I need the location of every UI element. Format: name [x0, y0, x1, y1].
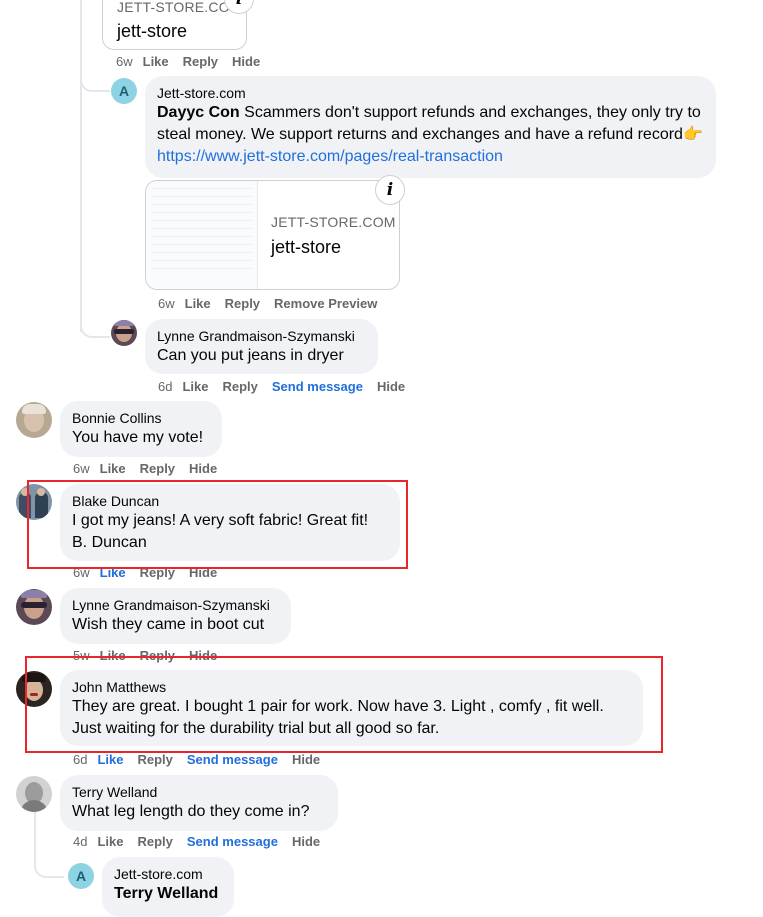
- like-button[interactable]: Like: [97, 834, 123, 850]
- preview-thumbnail: [146, 181, 258, 289]
- thread-connector: [80, 50, 110, 92]
- comment-text: You have my vote!: [72, 429, 204, 446]
- mention-link[interactable]: Dayyc Con: [157, 104, 240, 121]
- comment-actions: 6w Like Reply Hide: [73, 461, 231, 477]
- comment-actions: 4d Like Reply Send message Hide: [73, 834, 334, 850]
- hide-button[interactable]: Hide: [292, 834, 320, 850]
- remove-preview-button[interactable]: Remove Preview: [274, 296, 377, 312]
- page-avatar[interactable]: A: [111, 78, 137, 104]
- comment-bubble: Bonnie Collins You have my vote!: [60, 401, 222, 457]
- like-button[interactable]: Like: [97, 752, 123, 768]
- hide-button[interactable]: Hide: [189, 461, 217, 477]
- comment-text: Can you put jeans in dryer: [157, 347, 344, 364]
- commenter-name[interactable]: Jett-store.com: [114, 865, 222, 883]
- comment-bubble: Terry Welland What leg length do they co…: [60, 775, 338, 831]
- comment-actions: 6d Like Reply Send message Hide: [73, 752, 334, 768]
- reply-button[interactable]: Reply: [183, 54, 218, 70]
- timestamp[interactable]: 6d: [73, 752, 87, 768]
- like-button[interactable]: Like: [182, 379, 208, 395]
- link-preview-card[interactable]: JETT-STORE.COI jett-store: [102, 0, 247, 50]
- like-button[interactable]: Like: [143, 54, 169, 70]
- avatar[interactable]: [111, 320, 137, 346]
- comment-bubble: Lynne Grandmaison-Szymanski Can you put …: [145, 319, 378, 374]
- page-avatar[interactable]: A: [68, 863, 94, 889]
- preview-title: jett-store: [117, 21, 188, 41]
- preview-title: jett-store: [271, 237, 342, 257]
- send-message-button[interactable]: Send message: [187, 752, 278, 768]
- commenter-name[interactable]: Lynne Grandmaison-Szymanski: [72, 596, 279, 614]
- timestamp[interactable]: 6w: [158, 296, 175, 312]
- thread-connector: [80, 300, 110, 338]
- hide-button[interactable]: Hide: [232, 54, 260, 70]
- highlight-box: [25, 656, 663, 753]
- mention-link[interactable]: Terry Welland: [114, 885, 218, 902]
- comment-url-link[interactable]: https://www.jett-store.com/pages/real-tr…: [157, 148, 503, 165]
- commenter-name[interactable]: Lynne Grandmaison-Szymanski: [157, 327, 366, 345]
- info-icon[interactable]: i: [375, 175, 405, 205]
- like-button[interactable]: Like: [185, 296, 211, 312]
- commenter-name[interactable]: Bonnie Collins: [72, 409, 210, 427]
- avatar[interactable]: [16, 589, 52, 625]
- comment-text: Wish they came in boot cut: [72, 616, 265, 633]
- comment-text: What leg length do they come in?: [72, 803, 310, 820]
- send-message-button[interactable]: Send message: [187, 834, 278, 850]
- link-preview-card[interactable]: JETT-STORE.COM jett-store: [145, 180, 400, 290]
- avatar[interactable]: [16, 402, 52, 438]
- send-message-button[interactable]: Send message: [272, 379, 363, 395]
- comment-bubble: Lynne Grandmaison-Szymanski Wish they ca…: [60, 588, 291, 644]
- comment-actions: 6w Like Reply Remove Preview: [158, 296, 391, 312]
- comment-bubble: Jett-store.com Dayyc Con Scammers don't …: [145, 76, 716, 178]
- reply-button[interactable]: Reply: [222, 379, 257, 395]
- timestamp[interactable]: 6w: [73, 461, 90, 477]
- like-button[interactable]: Like: [100, 461, 126, 477]
- comment-bubble: Jett-store.com Terry Welland: [102, 857, 234, 917]
- hide-button[interactable]: Hide: [377, 379, 405, 395]
- reply-button[interactable]: Reply: [225, 296, 260, 312]
- reply-button[interactable]: Reply: [137, 834, 172, 850]
- timestamp[interactable]: 6w: [116, 54, 133, 70]
- commenter-name[interactable]: Terry Welland: [72, 783, 326, 801]
- preview-domain: JETT-STORE.COM: [271, 214, 396, 230]
- hide-button[interactable]: Hide: [292, 752, 320, 768]
- avatar[interactable]: [16, 776, 52, 812]
- reply-button[interactable]: Reply: [137, 752, 172, 768]
- thread-connector: [34, 846, 64, 878]
- comment-actions: 6w Like Reply Hide: [116, 54, 274, 70]
- comment-text: Dayyc Con Scammers don't support refunds…: [157, 104, 703, 165]
- comment-actions: 6d Like Reply Send message Hide: [158, 379, 419, 395]
- timestamp[interactable]: 4d: [73, 834, 87, 850]
- reply-button[interactable]: Reply: [140, 461, 175, 477]
- timestamp[interactable]: 6d: [158, 379, 172, 395]
- preview-domain: JETT-STORE.COI: [117, 0, 234, 15]
- highlight-box: [27, 480, 408, 569]
- commenter-name[interactable]: Jett-store.com: [157, 84, 704, 102]
